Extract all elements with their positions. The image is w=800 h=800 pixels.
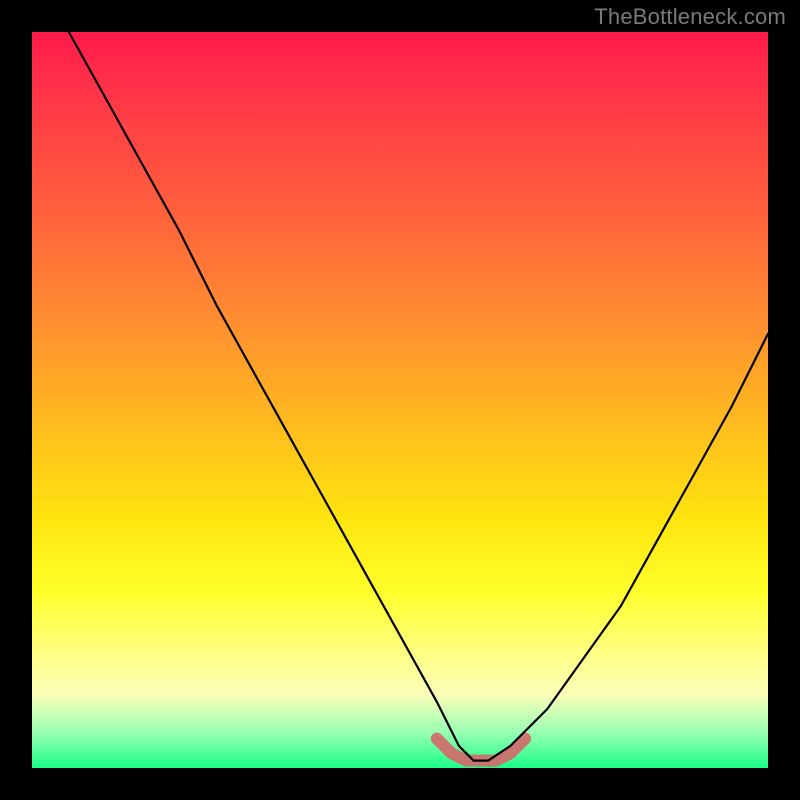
attribution-text: TheBottleneck.com (594, 4, 786, 30)
bottleneck-curve (69, 32, 768, 761)
valley-highlight (437, 739, 525, 761)
chart-svg (32, 32, 768, 768)
chart-plot-area (32, 32, 768, 768)
chart-frame: TheBottleneck.com (0, 0, 800, 800)
